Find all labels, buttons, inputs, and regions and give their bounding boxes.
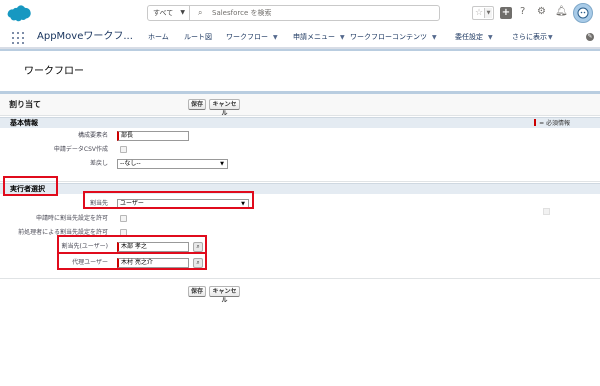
nav-item-label: 申請メニュー [293, 33, 335, 41]
sendback-label: 差戻し [89, 160, 108, 167]
bell-icon[interactable]: 🔔︎ [555, 6, 568, 18]
nav-item-home[interactable]: ホーム [148, 32, 169, 42]
chevron-down-icon[interactable]: ▼ [273, 34, 278, 41]
nav-item-label: ワークフローコンテンツ [350, 33, 427, 41]
member-name-label: 構成要素名 [77, 132, 108, 139]
nav-item-route-diagram[interactable]: ルート図 [184, 32, 212, 42]
cancel-button-top[interactable]: キャンセル [209, 99, 240, 117]
highlight-assignee [83, 191, 254, 209]
nav-item-delegation[interactable]: 委任設定 ▼ [455, 32, 493, 43]
page-block-header: 割り当て 保存 キャンセル [0, 94, 600, 117]
required-legend: = 必須情報 [534, 119, 570, 128]
star-icon: ☆ [475, 8, 484, 18]
nav-item-application-menu[interactable]: 申請メニュー ▼ [293, 32, 345, 43]
search-placeholder: Salesforce を検索 [212, 9, 272, 17]
title-band: ワークフロー [0, 51, 600, 91]
section-title: 基本情報 [10, 119, 38, 127]
search-scope-label: すべて [153, 9, 174, 17]
gear-icon[interactable]: ⚙ [537, 6, 546, 18]
nav-item-label: ルート図 [184, 33, 212, 41]
astro-avatar-icon [577, 7, 589, 19]
help-icon[interactable]: ? [520, 6, 525, 18]
csv-create-checkbox[interactable] [120, 146, 127, 153]
nav-item-workflow[interactable]: ワークフロー ▼ [226, 32, 278, 43]
edit-nav-icon[interactable]: ✎ [586, 33, 594, 41]
chevron-down-icon: ▼ [548, 34, 553, 41]
required-marker-icon [534, 119, 537, 126]
page-title: ワークフロー [24, 66, 84, 77]
allow-assignee-setting-checkbox[interactable] [120, 215, 127, 222]
chevron-down-icon[interactable]: ▼ [488, 34, 493, 41]
search-icon: ⌕ [198, 8, 203, 17]
chevron-down-icon[interactable]: ▼ [340, 34, 345, 41]
save-button-bottom[interactable]: 保存 [188, 286, 206, 297]
divider [0, 181, 600, 182]
nav-item-label: 委任設定 [455, 33, 483, 41]
global-header: すべて ▼ ⌕ Salesforce を検索 ☆ ▼ + ? ⚙ 🔔︎ [0, 0, 600, 27]
save-button-top[interactable]: 保存 [188, 99, 206, 110]
user-avatar[interactable] [573, 3, 593, 23]
search-scope-select[interactable]: すべて ▼ [147, 5, 190, 21]
favorites-button[interactable]: ☆ ▼ [472, 6, 494, 20]
chevron-down-icon: ▼ [220, 161, 224, 167]
chevron-down-icon[interactable]: ▼ [432, 34, 437, 41]
highlight-proxy-user [57, 252, 207, 270]
allow-assignee-setting-label: 申請時に割当先設定を許可 [35, 215, 108, 222]
decorative-square [543, 208, 550, 215]
highlight-executor-section [3, 176, 58, 196]
nav-item-more[interactable]: さらに表示▼ [512, 32, 553, 43]
sendback-select[interactable]: --なし-- ▼ [117, 159, 228, 169]
csv-create-label: 申請データCSV作成 [53, 146, 108, 153]
section-basic-info: 基本情報 = 必須情報 [0, 117, 600, 128]
app-name: AppMoveワークフ... [37, 31, 133, 42]
divider [0, 278, 600, 279]
cancel-button-bottom[interactable]: キャンセル [209, 286, 240, 304]
member-name-input[interactable]: 部長 [117, 131, 189, 141]
salesforce-logo-icon[interactable] [7, 5, 31, 22]
nav-item-workflow-contents[interactable]: ワークフローコンテンツ ▼ [350, 32, 437, 43]
chevron-down-icon[interactable]: ▼ [484, 8, 492, 18]
nav-item-label: ワークフロー [226, 33, 268, 41]
app-launcher-icon[interactable] [12, 32, 24, 44]
nav-item-label: さらに表示 [512, 33, 547, 41]
nav-item-label: ホーム [148, 33, 169, 41]
block-title: 割り当て [9, 100, 41, 109]
global-search-input[interactable]: ⌕ Salesforce を検索 [189, 5, 440, 21]
sendback-select-value: --なし-- [120, 160, 141, 167]
required-legend-text: = 必須情報 [539, 120, 570, 127]
app-navigation-bar: AppMoveワークフ... ホーム ルート図 ワークフロー ▼ 申請メニュー ▼ … [0, 27, 600, 49]
chevron-down-icon: ▼ [180, 9, 185, 16]
global-actions-icon[interactable]: + [500, 7, 512, 19]
